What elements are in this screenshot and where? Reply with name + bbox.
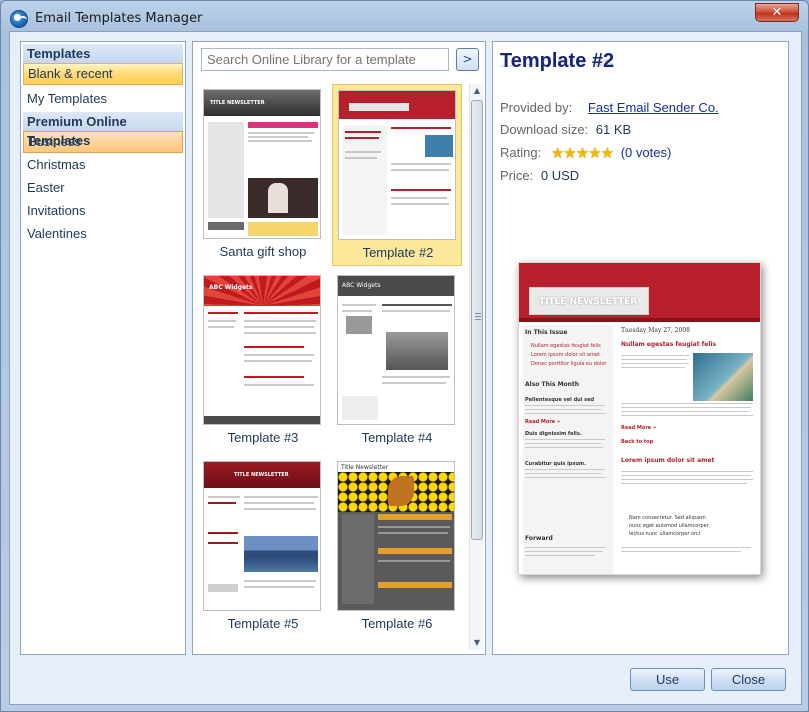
- category-christmas[interactable]: Christmas: [23, 153, 183, 176]
- email-templates-manager-window: Email Templates Manager ✕ Templates Blan…: [0, 0, 809, 712]
- template-label: Template #4: [361, 430, 433, 445]
- template-tile-template-4[interactable]: ABC Widgets Template #4: [332, 270, 462, 452]
- rating-votes: (0 votes): [620, 145, 672, 160]
- preview-banner: TITLE NEWSLETTER: [539, 297, 638, 307]
- price-label: Price:: [500, 168, 534, 183]
- scroll-thumb[interactable]: [471, 100, 483, 540]
- template-thumbnail: TITLE NEWSLETTER: [203, 461, 321, 611]
- thumb-header-text: TITLE NEWSLETTER: [210, 100, 265, 106]
- template-preview: TITLE NEWSLETTER In This Issue Nullam eg…: [518, 262, 761, 575]
- search-input[interactable]: [201, 48, 449, 71]
- template-details-panel: Template #2 Template #2 Provided by: Fas…: [492, 41, 789, 655]
- preview-bullet: nunc eget euismod ullamcorper: [629, 523, 709, 529]
- preview-issue-item: Lorem ipsum dolor sit amet: [531, 352, 600, 358]
- thumb-header-text: ABC Widgets: [342, 282, 381, 289]
- template-label: Template #5: [227, 616, 299, 631]
- provider-link[interactable]: Fast Email Sender Co.: [588, 100, 719, 115]
- preview-bullet: lectus nunc ullamcorper orci: [629, 531, 701, 537]
- preview-in-this-issue: In This Issue: [525, 329, 568, 336]
- preview-also-this-month: Also This Month: [525, 381, 580, 388]
- category-my-templates[interactable]: My Templates: [23, 87, 183, 110]
- rating-label: Rating:: [500, 145, 542, 160]
- close-button[interactable]: Close: [711, 668, 786, 691]
- preview-read-more[interactable]: Read More »: [525, 419, 560, 425]
- price-value: 0 USD: [540, 168, 580, 183]
- search-button[interactable]: >: [456, 48, 479, 71]
- template-tile-template-2[interactable]: Template #2: [332, 84, 462, 266]
- template-label: Template #6: [361, 616, 433, 631]
- preview-date: Tuesday May 27, 2008: [621, 327, 690, 334]
- template-tile-template-5[interactable]: TITLE NEWSLETTER Template #5: [198, 456, 328, 638]
- category-group-templates: Templates: [23, 44, 183, 63]
- preview-back-to-top[interactable]: Back to top: [621, 439, 653, 445]
- preview-headline: Lorem ipsum dolor sit amet: [621, 457, 715, 464]
- window-close-button[interactable]: ✕: [755, 3, 799, 22]
- thumb-header-text: ABC Widgets: [209, 284, 253, 291]
- preview-read-more[interactable]: Read More »: [621, 425, 656, 431]
- template-thumbnail: ABC Widgets: [337, 275, 455, 425]
- template-gallery: TITLE NEWSLETTER Santa gift shop Templat…: [198, 84, 468, 650]
- category-easter[interactable]: Easter: [23, 176, 183, 199]
- template-label: Template #2: [362, 245, 434, 260]
- rating-stars-icon: ★★★★★: [550, 145, 614, 162]
- app-globe-icon: [10, 10, 28, 28]
- category-invitations[interactable]: Invitations: [23, 199, 183, 222]
- preview-bullet: Nam consectetur. Sed aliquam: [629, 515, 706, 521]
- preview-issue-item: Donec porttitor ligula eu dolor: [531, 361, 607, 367]
- template-gallery-panel: > TITLE NEWSLETTER: [192, 41, 486, 655]
- price-row: Price: 0 USD: [500, 168, 579, 183]
- category-blank-recent[interactable]: Blank & recent: [23, 63, 183, 85]
- category-valentines[interactable]: Valentines: [23, 222, 183, 245]
- template-thumbnail: [338, 90, 456, 240]
- template-thumbnail: Title Newsletter: [337, 461, 455, 611]
- category-list: Templates Blank & recent My Templates Pr…: [20, 41, 186, 655]
- scroll-up-arrow-icon[interactable]: ▲: [470, 84, 484, 98]
- template-label: Template #3: [227, 430, 299, 445]
- template-thumbnail: ABC Widgets: [203, 275, 321, 425]
- preview-article-title: Pellentesque vel dui sed: [525, 397, 595, 403]
- template-tile-santa-gift-shop[interactable]: TITLE NEWSLETTER Santa gift shop: [198, 84, 328, 266]
- template-label: Santa gift shop: [219, 244, 307, 259]
- thumb-header-text: TITLE NEWSLETTER: [234, 472, 289, 478]
- use-button[interactable]: Use: [630, 668, 705, 691]
- title-bar[interactable]: Email Templates Manager ✕: [1, 1, 808, 35]
- preview-headline: Nullam egestas feugiat felis: [621, 341, 717, 348]
- download-size-value: 61 KB: [595, 122, 632, 137]
- download-size-row: Download size: 61 KB: [500, 122, 631, 137]
- window-title: Email Templates Manager: [35, 11, 203, 26]
- preview-article-title: Curabitur quis ipsum.: [525, 461, 587, 467]
- provided-by-row: Provided by: Fast Email Sender Co.: [500, 100, 719, 115]
- thumb-header-text: Title Newsletter: [341, 464, 389, 471]
- scroll-down-arrow-icon[interactable]: ▼: [470, 636, 484, 650]
- preview-forward: Forward: [525, 535, 553, 542]
- category-business[interactable]: Business: [23, 131, 183, 153]
- download-size-label: Download size:: [500, 122, 589, 137]
- details-title-reflection: Template #2: [500, 57, 615, 68]
- dialog-client-area: Templates Blank & recent My Templates Pr…: [9, 31, 802, 705]
- template-tile-template-3[interactable]: ABC Widgets Template #3: [198, 270, 328, 452]
- preview-article-title: Duis dignissim felis.: [525, 431, 582, 437]
- gallery-scrollbar[interactable]: ▲ ▼: [469, 84, 483, 650]
- template-thumbnail: TITLE NEWSLETTER: [203, 89, 321, 239]
- rating-row: Rating: ★★★★★ (0 votes): [500, 144, 671, 162]
- provided-by-label: Provided by:: [500, 100, 573, 115]
- category-group-premium: Premium Online Templates: [23, 112, 183, 148]
- template-tile-template-6[interactable]: Title Newsletter Template #6: [332, 456, 462, 638]
- preview-issue-item: Nullam egestas feugiat felis: [531, 343, 601, 349]
